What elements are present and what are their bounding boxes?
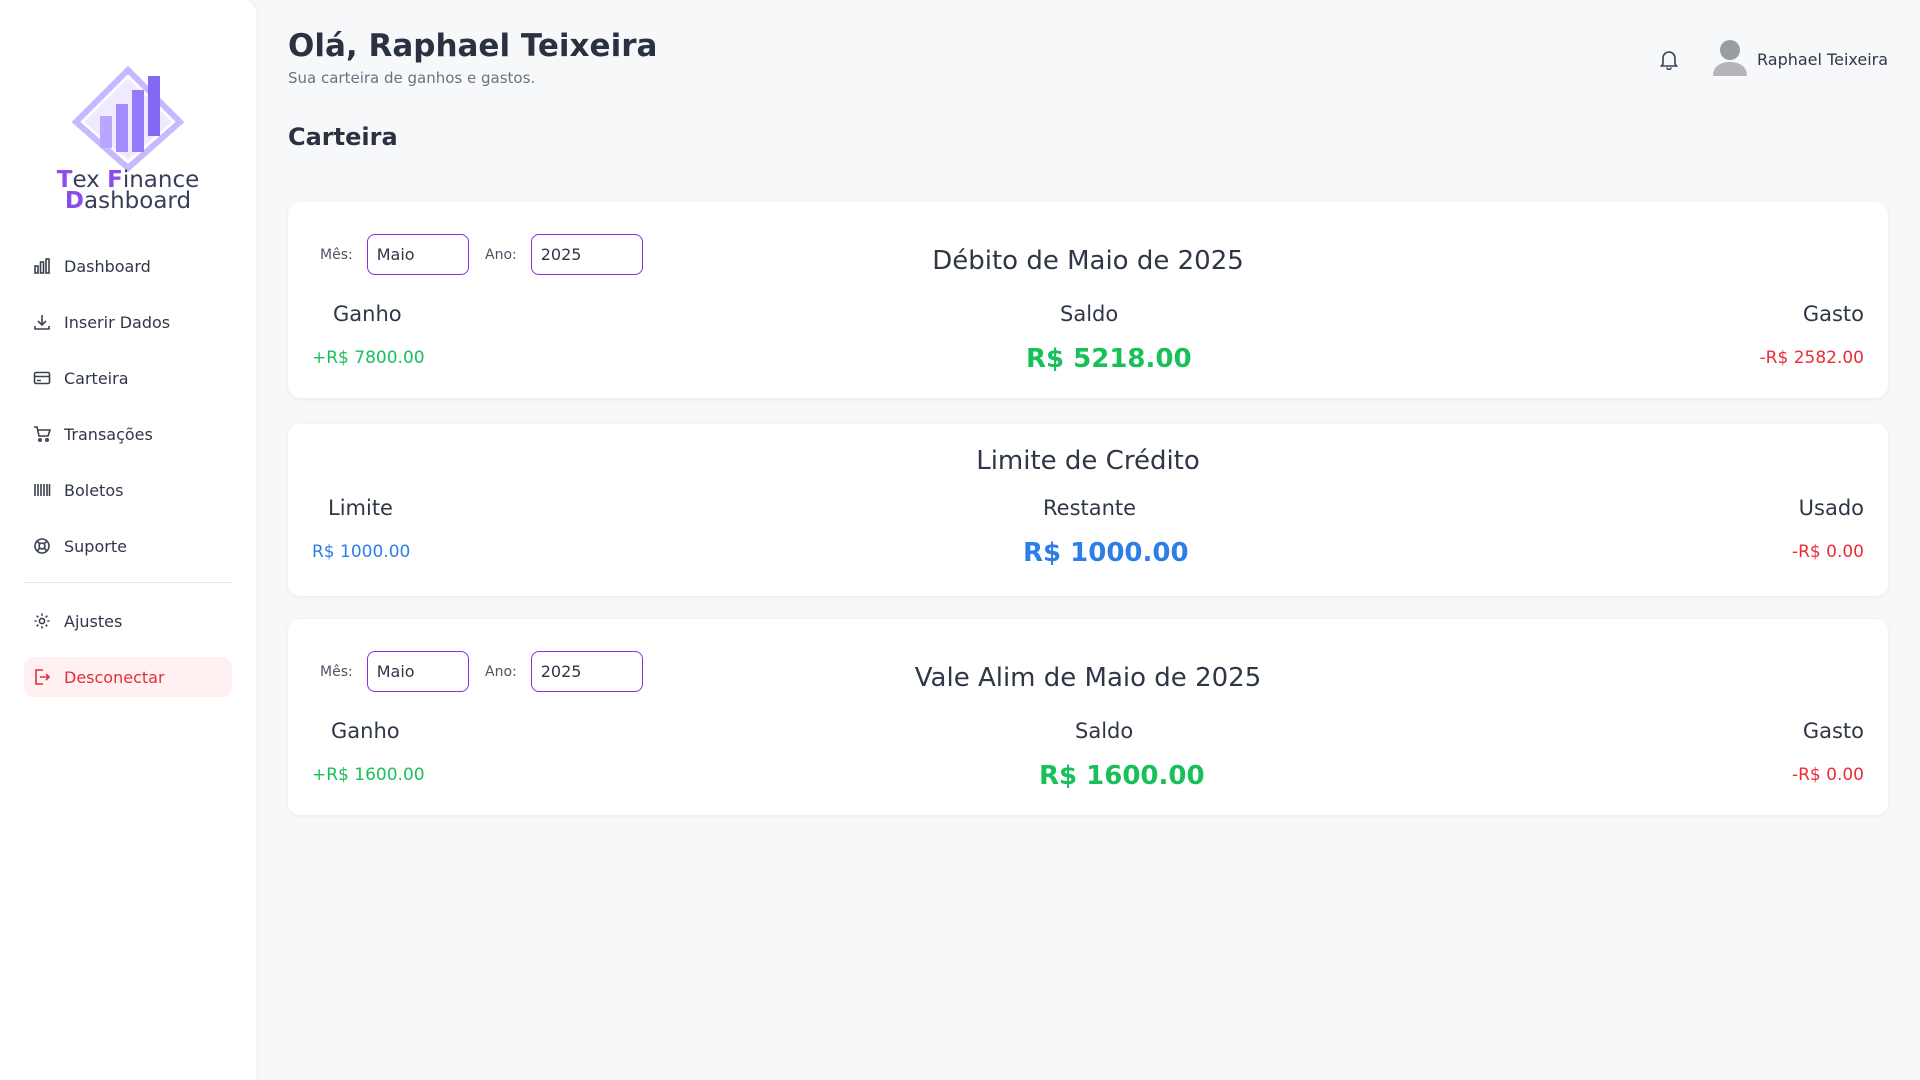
balance-value: R$ 5218.00 <box>1026 344 1192 374</box>
spent-value: -R$ 0.00 <box>1791 765 1864 785</box>
sidebar-item-label: Carteira <box>64 368 129 388</box>
credit-card-title: Limite de Crédito <box>976 446 1200 476</box>
month-label: Mês: <box>320 663 353 680</box>
year-filter: Ano: 2025 <box>485 234 643 275</box>
meal-voucher-card: Vale Alim de Maio de 2025 Mês: Maio Ano:… <box>288 619 1888 815</box>
sidebar-divider <box>24 582 232 583</box>
section-title: Carteira <box>288 123 398 151</box>
remaining-value: R$ 1000.00 <box>1023 538 1189 568</box>
logo-text: Tex Finance Dashboard <box>56 167 200 214</box>
sidebar-item-transacoes[interactable]: Transações <box>24 414 232 454</box>
sidebar-item-suporte[interactable]: Suporte <box>24 526 232 566</box>
year-input[interactable]: 2025 <box>530 234 643 275</box>
spent-label: Gasto <box>1802 302 1864 326</box>
logo-mark-icon <box>71 65 185 172</box>
barcode-icon <box>32 480 52 500</box>
month-input[interactable]: Maio <box>366 651 469 692</box>
credit-limit-card: Limite de Crédito Limite R$ 1000.00 Rest… <box>288 424 1888 596</box>
year-input[interactable]: 2025 <box>530 651 643 692</box>
gain-value: +R$ 7800.00 <box>312 348 425 368</box>
month-filter: Mês: Maio <box>320 234 469 275</box>
user-name[interactable]: Raphael Teixeira <box>1757 50 1888 69</box>
year-filter: Ano: 2025 <box>485 651 643 692</box>
sidebar-item-label: Suporte <box>64 536 127 556</box>
sidebar: Tex Finance Dashboard Dashboard Inserir … <box>0 0 256 1080</box>
limit-value: R$ 1000.00 <box>312 542 411 562</box>
month-label: Mês: <box>320 246 353 263</box>
sidebar-item-label: Dashboard <box>64 256 151 276</box>
avatar[interactable] <box>1710 38 1750 80</box>
cart-icon <box>32 424 52 444</box>
limit-label: Limite <box>328 496 393 520</box>
balance-value: R$ 1600.00 <box>1039 761 1205 791</box>
download-icon <box>32 312 52 332</box>
lifebuoy-icon <box>32 536 52 556</box>
page-greeting: Olá, Raphael Teixeira <box>288 28 658 64</box>
sidebar-item-label: Transações <box>64 424 153 444</box>
sidebar-item-label: Boletos <box>64 480 124 500</box>
sidebar-item-inserir-dados[interactable]: Inserir Dados <box>24 302 232 342</box>
month-input[interactable]: Maio <box>366 234 469 275</box>
page-subtitle: Sua carteira de ganhos e gastos. <box>288 69 536 87</box>
bell-icon[interactable] <box>1658 48 1680 71</box>
sidebar-item-boletos[interactable]: Boletos <box>24 470 232 510</box>
used-label: Usado <box>1798 496 1864 520</box>
sidebar-item-label: Inserir Dados <box>64 312 171 332</box>
gain-label: Ganho <box>333 302 402 326</box>
logout-label: Desconectar <box>64 667 165 687</box>
sidebar-nav: Dashboard Inserir Dados Carteira Transaç… <box>24 246 232 713</box>
balance-label: Saldo <box>1060 302 1119 326</box>
sidebar-item-label: Ajustes <box>64 611 123 631</box>
remaining-label: Restante <box>1043 496 1137 520</box>
bar-chart-icon <box>32 256 52 276</box>
sidebar-item-ajustes[interactable]: Ajustes <box>24 601 232 641</box>
sidebar-item-dashboard[interactable]: Dashboard <box>24 246 232 286</box>
sidebar-item-carteira[interactable]: Carteira <box>24 358 232 398</box>
debit-card: Débito de Maio de 2025 Mês: Maio Ano: 20… <box>288 202 1888 398</box>
credit-card-icon <box>32 368 52 388</box>
gain-value: +R$ 1600.00 <box>312 765 425 785</box>
gear-icon <box>32 611 52 631</box>
balance-label: Saldo <box>1075 719 1134 743</box>
used-value: -R$ 0.00 <box>1791 542 1864 562</box>
year-label: Ano: <box>485 246 517 263</box>
gain-label: Ganho <box>331 719 400 743</box>
year-label: Ano: <box>485 663 517 680</box>
month-filter: Mês: Maio <box>320 651 469 692</box>
spent-value: -R$ 2582.00 <box>1759 348 1864 368</box>
app-logo[interactable]: Tex Finance Dashboard <box>56 64 200 218</box>
logout-button[interactable]: Desconectar <box>24 657 232 697</box>
logout-icon <box>32 667 52 687</box>
spent-label: Gasto <box>1802 719 1864 743</box>
